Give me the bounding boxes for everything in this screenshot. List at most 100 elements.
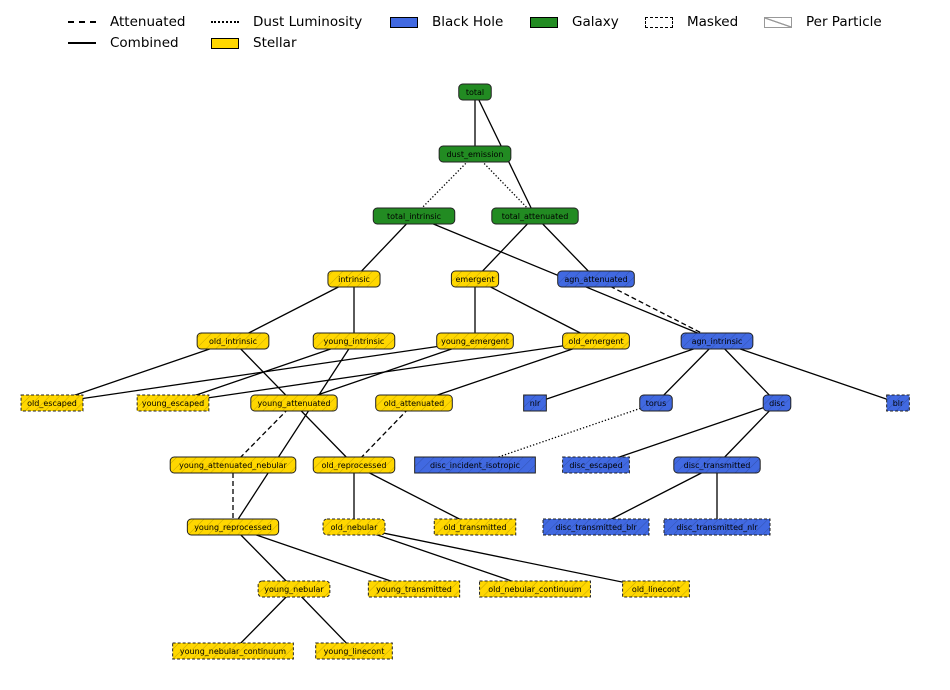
node-old_reprocessed[interactable]: old_reprocessed	[312, 456, 396, 474]
node-label: agn_intrinsic	[692, 337, 743, 346]
node-label: total_attenuated	[502, 212, 569, 221]
edge-torus-to-disc_incident_isotropic	[474, 402, 657, 466]
node-label: young_attenuated_nebular	[179, 461, 287, 470]
node-old_escaped[interactable]: old_escaped	[20, 394, 84, 412]
edge-old_emergent-to-old_attenuated	[413, 340, 597, 404]
edge-agn_attenuated-to-agn_intrinsic	[595, 278, 718, 342]
edge-young_intrinsic-to-young_reprocessed	[232, 340, 355, 528]
node-disc_escaped[interactable]: disc_escaped	[562, 456, 630, 474]
node-old_intrinsic[interactable]: old_intrinsic	[196, 332, 270, 350]
node-label: old_reprocessed	[322, 461, 387, 470]
node-label: disc_incident_isotropic	[430, 461, 520, 470]
node-disc_incident_isotropic[interactable]: disc_incident_isotropic	[414, 456, 536, 474]
node-label: blr	[893, 399, 904, 408]
node-label: young_intrinsic	[324, 337, 385, 346]
node-label: nlr	[530, 399, 541, 408]
node-dust_emission[interactable]: dust_emission	[438, 145, 512, 163]
node-total[interactable]: total	[458, 83, 492, 101]
node-young_nebular_continuum[interactable]: young_nebular_continuum	[172, 642, 294, 660]
node-label: disc_transmitted	[684, 461, 751, 470]
edge-young_reprocessed-to-young_nebular	[232, 526, 295, 590]
node-label: old_escaped	[27, 399, 77, 408]
node-young_transmitted[interactable]: young_transmitted	[367, 580, 461, 598]
edge-young_reprocessed-to-young_transmitted	[232, 526, 415, 590]
edge-young_attenuated-to-young_attenuated_nebular	[232, 402, 295, 466]
node-label: torus	[646, 399, 667, 408]
node-label: young_nebular_continuum	[180, 647, 286, 656]
node-disc_transmitted[interactable]: disc_transmitted	[673, 456, 761, 474]
node-old_attenuated[interactable]: old_attenuated	[375, 394, 453, 412]
node-label: old_intrinsic	[209, 337, 257, 346]
node-label: emergent	[456, 275, 495, 284]
node-label: young_transmitted	[376, 585, 452, 594]
node-label: total	[466, 88, 484, 97]
node-total_intrinsic[interactable]: total_intrinsic	[372, 207, 456, 225]
node-intrinsic[interactable]: intrinsic	[327, 270, 381, 288]
node-old_linecont[interactable]: old_linecont	[622, 580, 690, 598]
node-blr[interactable]: blr	[886, 394, 910, 412]
edge-old_nebular-to-old_linecont	[353, 526, 657, 590]
node-label: young_escaped	[142, 399, 204, 408]
node-old_nebular[interactable]: old_nebular	[322, 518, 386, 536]
edge-young_nebular-to-young_linecont	[293, 588, 355, 652]
node-label: total_intrinsic	[387, 212, 441, 221]
node-disc[interactable]: disc	[762, 394, 792, 412]
node-label: old_attenuated	[384, 399, 444, 408]
node-young_nebular[interactable]: young_nebular	[257, 580, 331, 598]
node-label: old_nebular	[331, 523, 378, 532]
edge-young_nebular-to-young_nebular_continuum	[232, 588, 295, 652]
node-old_transmitted[interactable]: old_transmitted	[433, 518, 517, 536]
edge-old_intrinsic-to-old_escaped	[51, 340, 234, 404]
node-agn_intrinsic[interactable]: agn_intrinsic	[680, 332, 754, 350]
edge-agn_intrinsic-to-blr	[716, 340, 899, 404]
edge-total_attenuated-to-emergent	[474, 215, 536, 280]
node-label: intrinsic	[338, 275, 370, 284]
edge-emergent-to-old_emergent	[474, 278, 597, 342]
edge-intrinsic-to-old_intrinsic	[232, 278, 355, 342]
node-old_emergent[interactable]: old_emergent	[562, 332, 630, 350]
node-young_emergent[interactable]: young_emergent	[436, 332, 514, 350]
node-young_reprocessed[interactable]: young_reprocessed	[186, 518, 280, 536]
edge-dust_emission-to-total_intrinsic	[413, 153, 476, 217]
node-young_attenuated_nebular[interactable]: young_attenuated_nebular	[169, 456, 297, 474]
node-nlr[interactable]: nlr	[523, 394, 547, 412]
node-label: disc_transmitted_blr	[555, 523, 637, 532]
edge-total_intrinsic-to-intrinsic	[353, 215, 415, 280]
node-label: old_nebular_continuum	[488, 585, 582, 594]
edges-layer	[51, 91, 899, 652]
node-label: disc	[769, 399, 785, 408]
node-label: disc_transmitted_nlr	[676, 523, 758, 532]
node-label: young_nebular	[264, 585, 324, 594]
edge-agn_intrinsic-to-torus	[655, 340, 718, 404]
node-torus[interactable]: torus	[639, 394, 673, 412]
node-disc_transmitted_nlr[interactable]: disc_transmitted_nlr	[663, 518, 771, 536]
node-old_nebular_continuum[interactable]: old_nebular_continuum	[479, 580, 591, 598]
node-emergent[interactable]: emergent	[450, 270, 500, 288]
edge-young_emergent-to-old_escaped	[51, 340, 476, 404]
edge-dust_emission-to-total_attenuated	[474, 153, 536, 217]
node-label: old_emergent	[568, 337, 623, 346]
node-label: young_reprocessed	[194, 523, 272, 532]
edge-old_emergent-to-young_escaped	[172, 340, 597, 404]
node-label: disc_escaped	[569, 461, 622, 470]
node-young_linecont[interactable]: young_linecont	[315, 642, 393, 660]
node-label: young_emergent	[441, 337, 509, 346]
node-label: young_attenuated	[257, 399, 330, 408]
node-agn_attenuated[interactable]: agn_attenuated	[557, 270, 635, 288]
edge-disc-to-disc_escaped	[595, 402, 778, 466]
node-young_escaped[interactable]: young_escaped	[136, 394, 210, 412]
edge-old_attenuated-to-old_reprocessed	[353, 402, 415, 466]
node-label: old_transmitted	[443, 523, 506, 532]
node-label: young_linecont	[324, 647, 385, 656]
nodes-layer: total dust_emission total_intrinsic total_a…	[20, 83, 910, 660]
node-disc_transmitted_blr[interactable]: disc_transmitted_blr	[542, 518, 650, 536]
edge-disc-to-disc_transmitted	[716, 402, 778, 466]
edge-old_reprocessed-to-old_transmitted	[353, 464, 476, 528]
node-label: dust_emission	[447, 150, 504, 159]
edge-agn_intrinsic-to-nlr	[534, 340, 718, 404]
edge-disc_transmitted-to-disc_transmitted_blr	[595, 464, 718, 528]
node-label: agn_attenuated	[564, 275, 627, 284]
node-young_intrinsic[interactable]: young_intrinsic	[312, 332, 396, 350]
node-young_attenuated[interactable]: young_attenuated	[250, 394, 338, 412]
node-total_attenuated[interactable]: total_attenuated	[491, 207, 579, 225]
